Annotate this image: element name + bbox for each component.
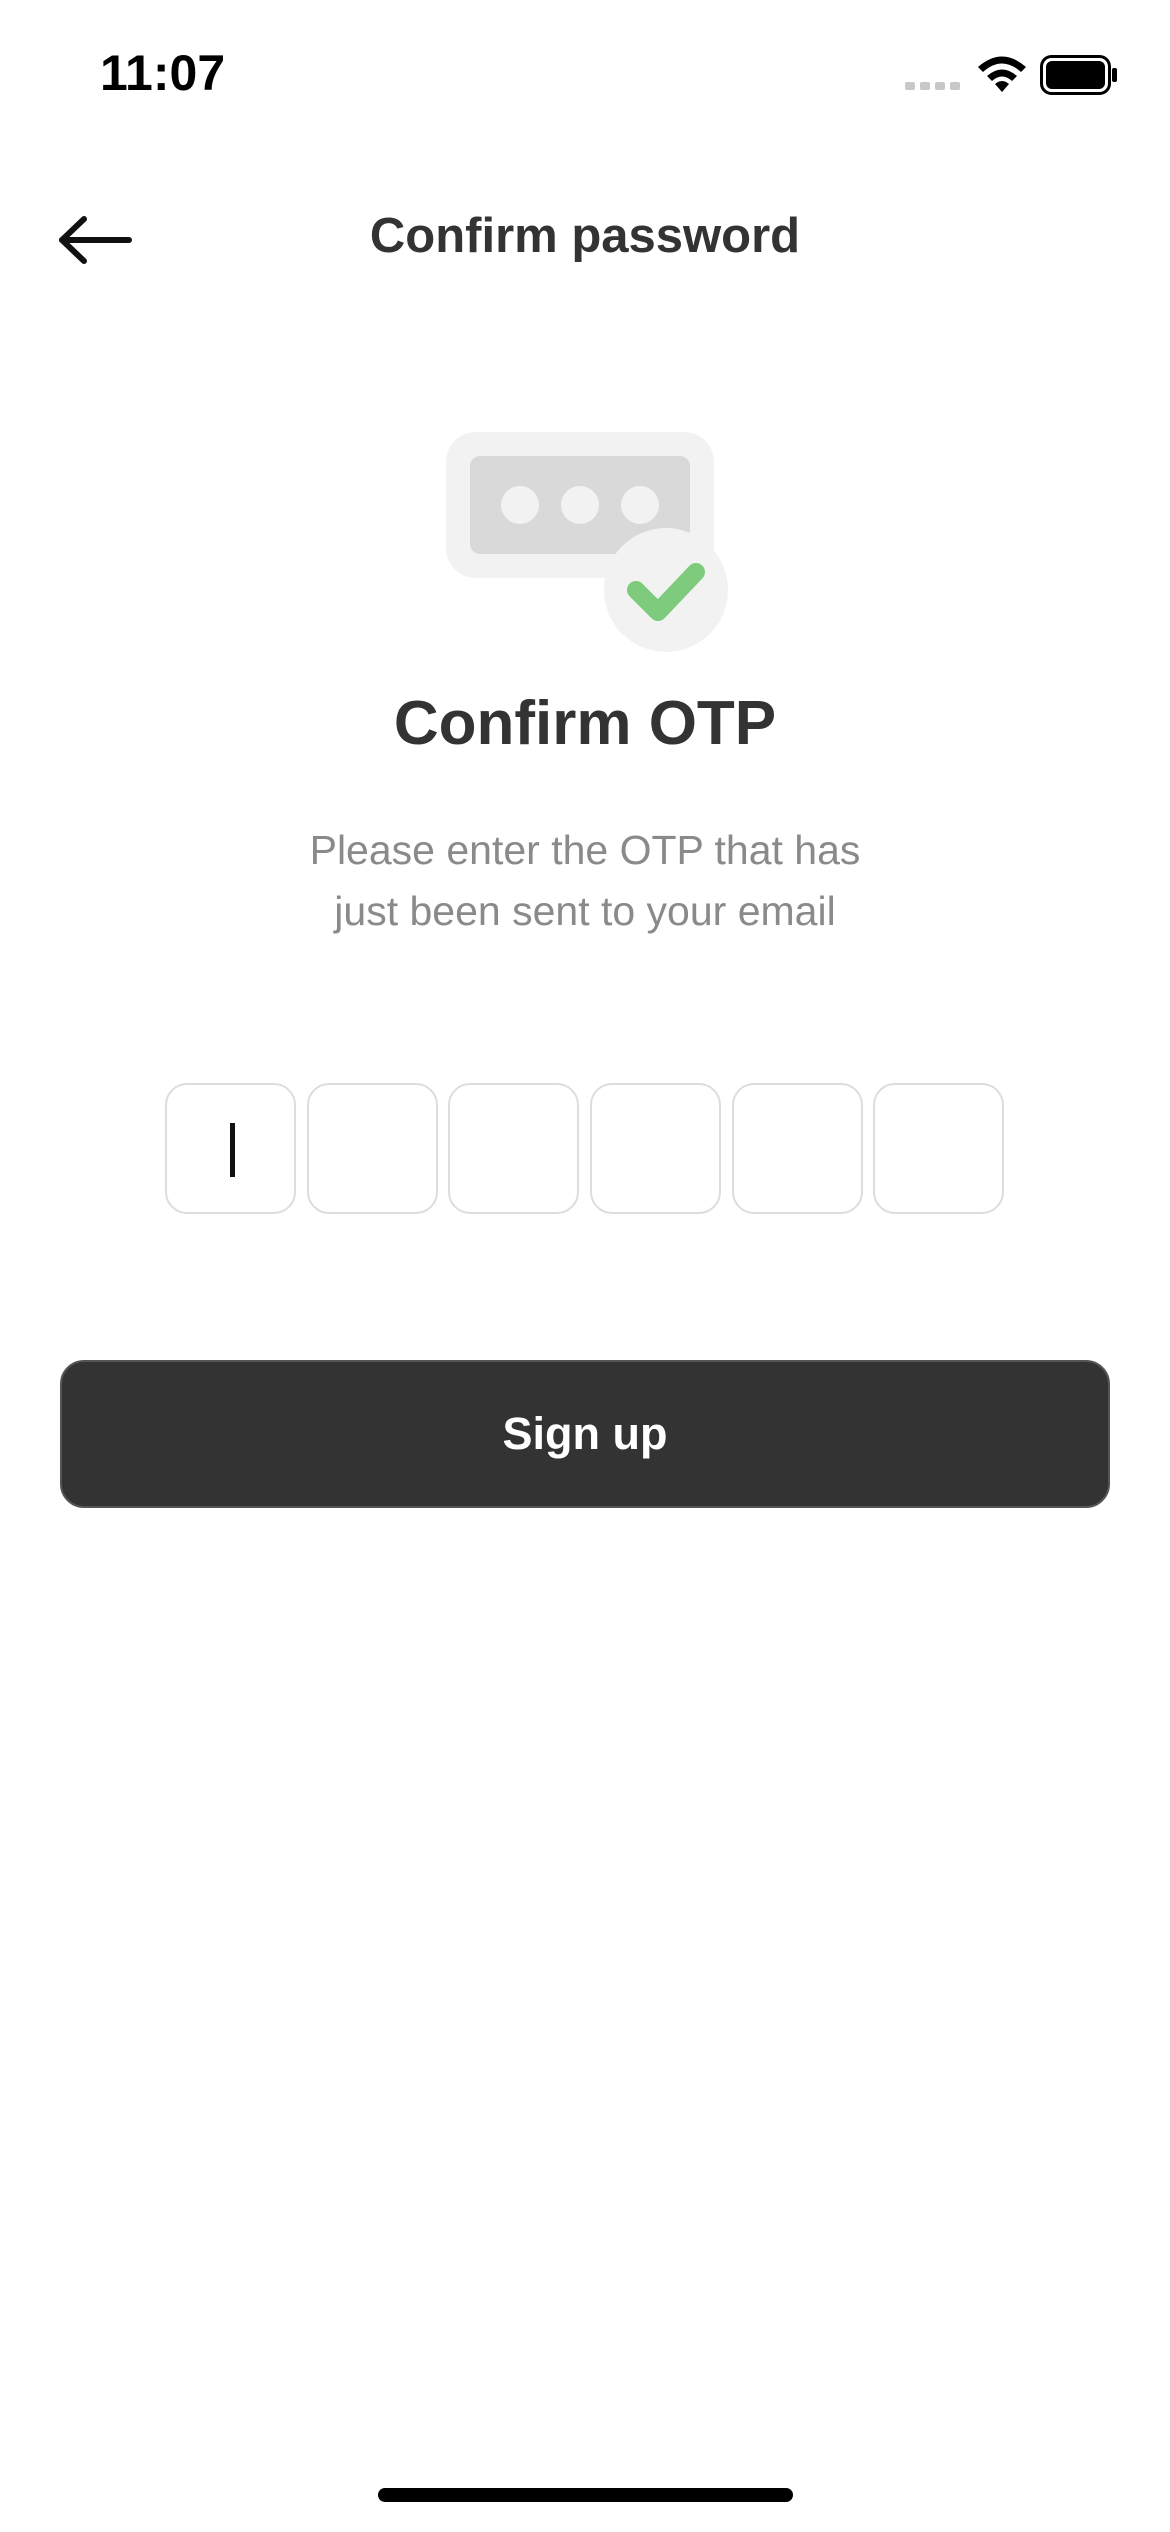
wifi-icon bbox=[978, 56, 1026, 92]
otp-digit-input-2[interactable] bbox=[307, 1083, 438, 1214]
otp-subtitle-line: just been sent to your email bbox=[334, 888, 836, 934]
otp-subtitle: Please enter the OTP that has just been … bbox=[235, 820, 935, 942]
otp-digit-input-3[interactable] bbox=[448, 1083, 579, 1214]
nav-header: Confirm password bbox=[0, 180, 1170, 300]
otp-heading: Confirm OTP bbox=[393, 689, 777, 758]
otp-subtitle-line: Please enter the OTP that has bbox=[309, 827, 861, 873]
otp-input-group bbox=[165, 1083, 1007, 1218]
status-bar: 11:07 bbox=[0, 0, 1170, 150]
page-title: Confirm password bbox=[369, 209, 801, 263]
text-caret bbox=[230, 1123, 235, 1177]
status-time: 11:07 bbox=[100, 45, 226, 101]
password-confirmed-icon bbox=[446, 432, 728, 652]
signup-button[interactable]: Sign up bbox=[60, 1360, 1110, 1508]
otp-digit-input-1[interactable] bbox=[165, 1083, 296, 1214]
otp-digit-input-4[interactable] bbox=[590, 1083, 721, 1214]
signup-button-label: Sign up bbox=[502, 1408, 668, 1459]
otp-digit-input-5[interactable] bbox=[732, 1083, 863, 1214]
home-indicator[interactable] bbox=[378, 2488, 793, 2502]
battery-icon bbox=[1040, 55, 1117, 95]
cellular-signal-icon bbox=[905, 82, 960, 90]
otp-digit-input-6[interactable] bbox=[873, 1083, 1004, 1214]
